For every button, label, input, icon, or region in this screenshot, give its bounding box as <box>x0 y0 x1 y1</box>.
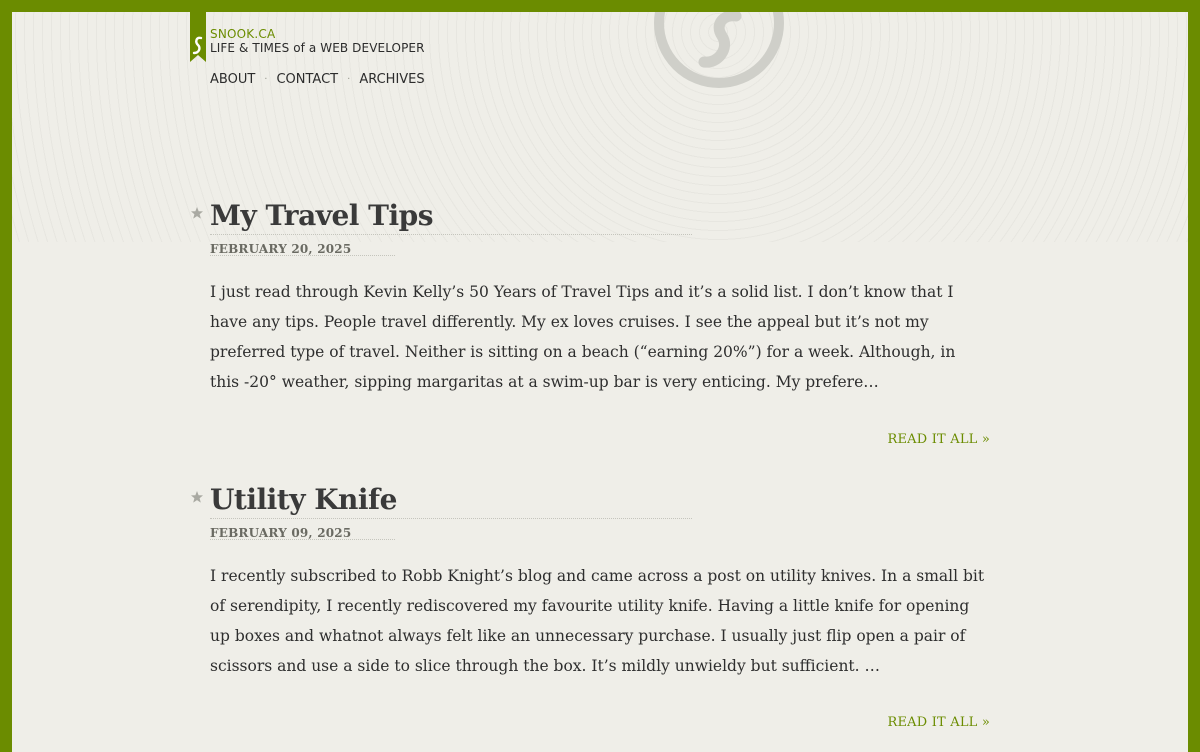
post-item: My Travel Tips FEBRUARY 20, 2025 I just … <box>190 198 990 448</box>
read-more-link[interactable]: READ IT ALL » <box>888 715 991 730</box>
post-title[interactable]: My Travel Tips <box>210 198 434 234</box>
star-icon <box>191 491 203 503</box>
bookmark-logo-icon[interactable] <box>190 12 206 62</box>
site-brand[interactable]: SNOOK.CA LIFE & TIMES of a WEB DEVELOPER <box>210 27 425 55</box>
post-title[interactable]: Utility Knife <box>210 482 397 518</box>
site-tagline: LIFE & TIMES of a WEB DEVELOPER <box>210 41 425 55</box>
date-divider <box>210 255 395 256</box>
star-icon <box>191 207 203 219</box>
nav-about[interactable]: ABOUT <box>210 72 255 87</box>
post-item: Utility Knife FEBRUARY 09, 2025 I recent… <box>190 482 990 732</box>
title-divider <box>210 518 692 519</box>
nav-separator: · <box>264 74 268 85</box>
title-divider <box>210 234 692 235</box>
post-date: FEBRUARY 09, 2025 <box>210 526 352 540</box>
nav-contact[interactable]: CONTACT <box>276 72 338 87</box>
swirl-logo-icon <box>654 12 784 88</box>
nav-archives[interactable]: ARCHIVES <box>359 72 424 87</box>
read-more-link[interactable]: READ IT ALL » <box>888 432 991 447</box>
post-date: FEBRUARY 20, 2025 <box>210 242 352 256</box>
main-nav: ABOUT · CONTACT · ARCHIVES <box>210 72 425 87</box>
date-divider <box>210 539 395 540</box>
nav-separator: · <box>347 74 351 85</box>
page-frame: SNOOK.CA LIFE & TIMES of a WEB DEVELOPER… <box>12 12 1188 752</box>
post-excerpt: I just read through Kevin Kelly’s 50 Yea… <box>210 283 956 391</box>
site-name[interactable]: SNOOK.CA <box>210 27 425 41</box>
post-excerpt: I recently subscribed to Robb Knight’s b… <box>210 567 985 675</box>
